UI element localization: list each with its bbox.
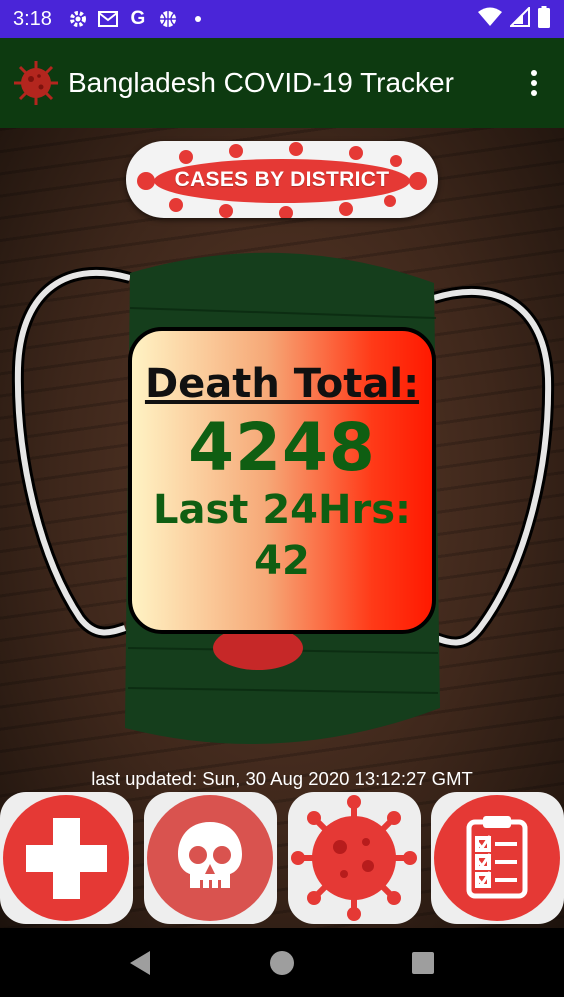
last-24hrs-heading: Last 24Hrs: xyxy=(152,487,411,534)
medical-cross-icon xyxy=(3,795,129,921)
back-icon[interactable] xyxy=(122,945,158,981)
recents-icon[interactable] xyxy=(405,945,441,981)
battery-icon xyxy=(538,5,550,33)
clipboard-checklist-icon xyxy=(434,795,560,921)
dot-icon xyxy=(188,9,208,29)
app-logo-virus-icon xyxy=(12,59,60,107)
gmail-icon xyxy=(97,9,118,29)
status-bar: 3:18 G xyxy=(0,0,564,38)
last-updated-text: last updated: Sun, 30 Aug 2020 13:12:27 … xyxy=(91,768,473,789)
cases-by-district-label: CASES BY DISTRICT xyxy=(174,167,390,191)
google-icon: G xyxy=(130,8,146,29)
skull-icon xyxy=(147,795,273,921)
death-total-value: 4248 xyxy=(188,409,376,486)
home-icon[interactable] xyxy=(264,945,300,981)
virus-icon xyxy=(291,795,417,921)
cases-by-district-button[interactable]: CASES BY DISTRICT xyxy=(126,141,438,218)
death-total-heading: Death Total: xyxy=(144,361,420,407)
more-vert-icon[interactable] xyxy=(524,69,544,97)
wifi-icon xyxy=(478,7,502,32)
medical-cases-button[interactable] xyxy=(0,792,133,924)
bottom-tiles xyxy=(0,792,564,924)
nav-bar xyxy=(0,928,564,997)
death-stats-card: Death Total: 4248 Last 24Hrs: 42 xyxy=(128,327,436,634)
gear-icon xyxy=(68,9,88,29)
status-time: 3:18 xyxy=(13,7,52,30)
app-title: Bangladesh COVID-19 Tracker xyxy=(68,67,454,98)
signal-icon xyxy=(508,5,530,32)
app-bar: Bangladesh COVID-19 Tracker xyxy=(0,38,564,128)
checklist-button[interactable] xyxy=(431,792,564,924)
last-24hrs-value: 42 xyxy=(254,538,310,585)
basketball-icon xyxy=(158,9,178,29)
deaths-button[interactable] xyxy=(144,792,277,924)
cases-button[interactable] xyxy=(288,792,421,924)
